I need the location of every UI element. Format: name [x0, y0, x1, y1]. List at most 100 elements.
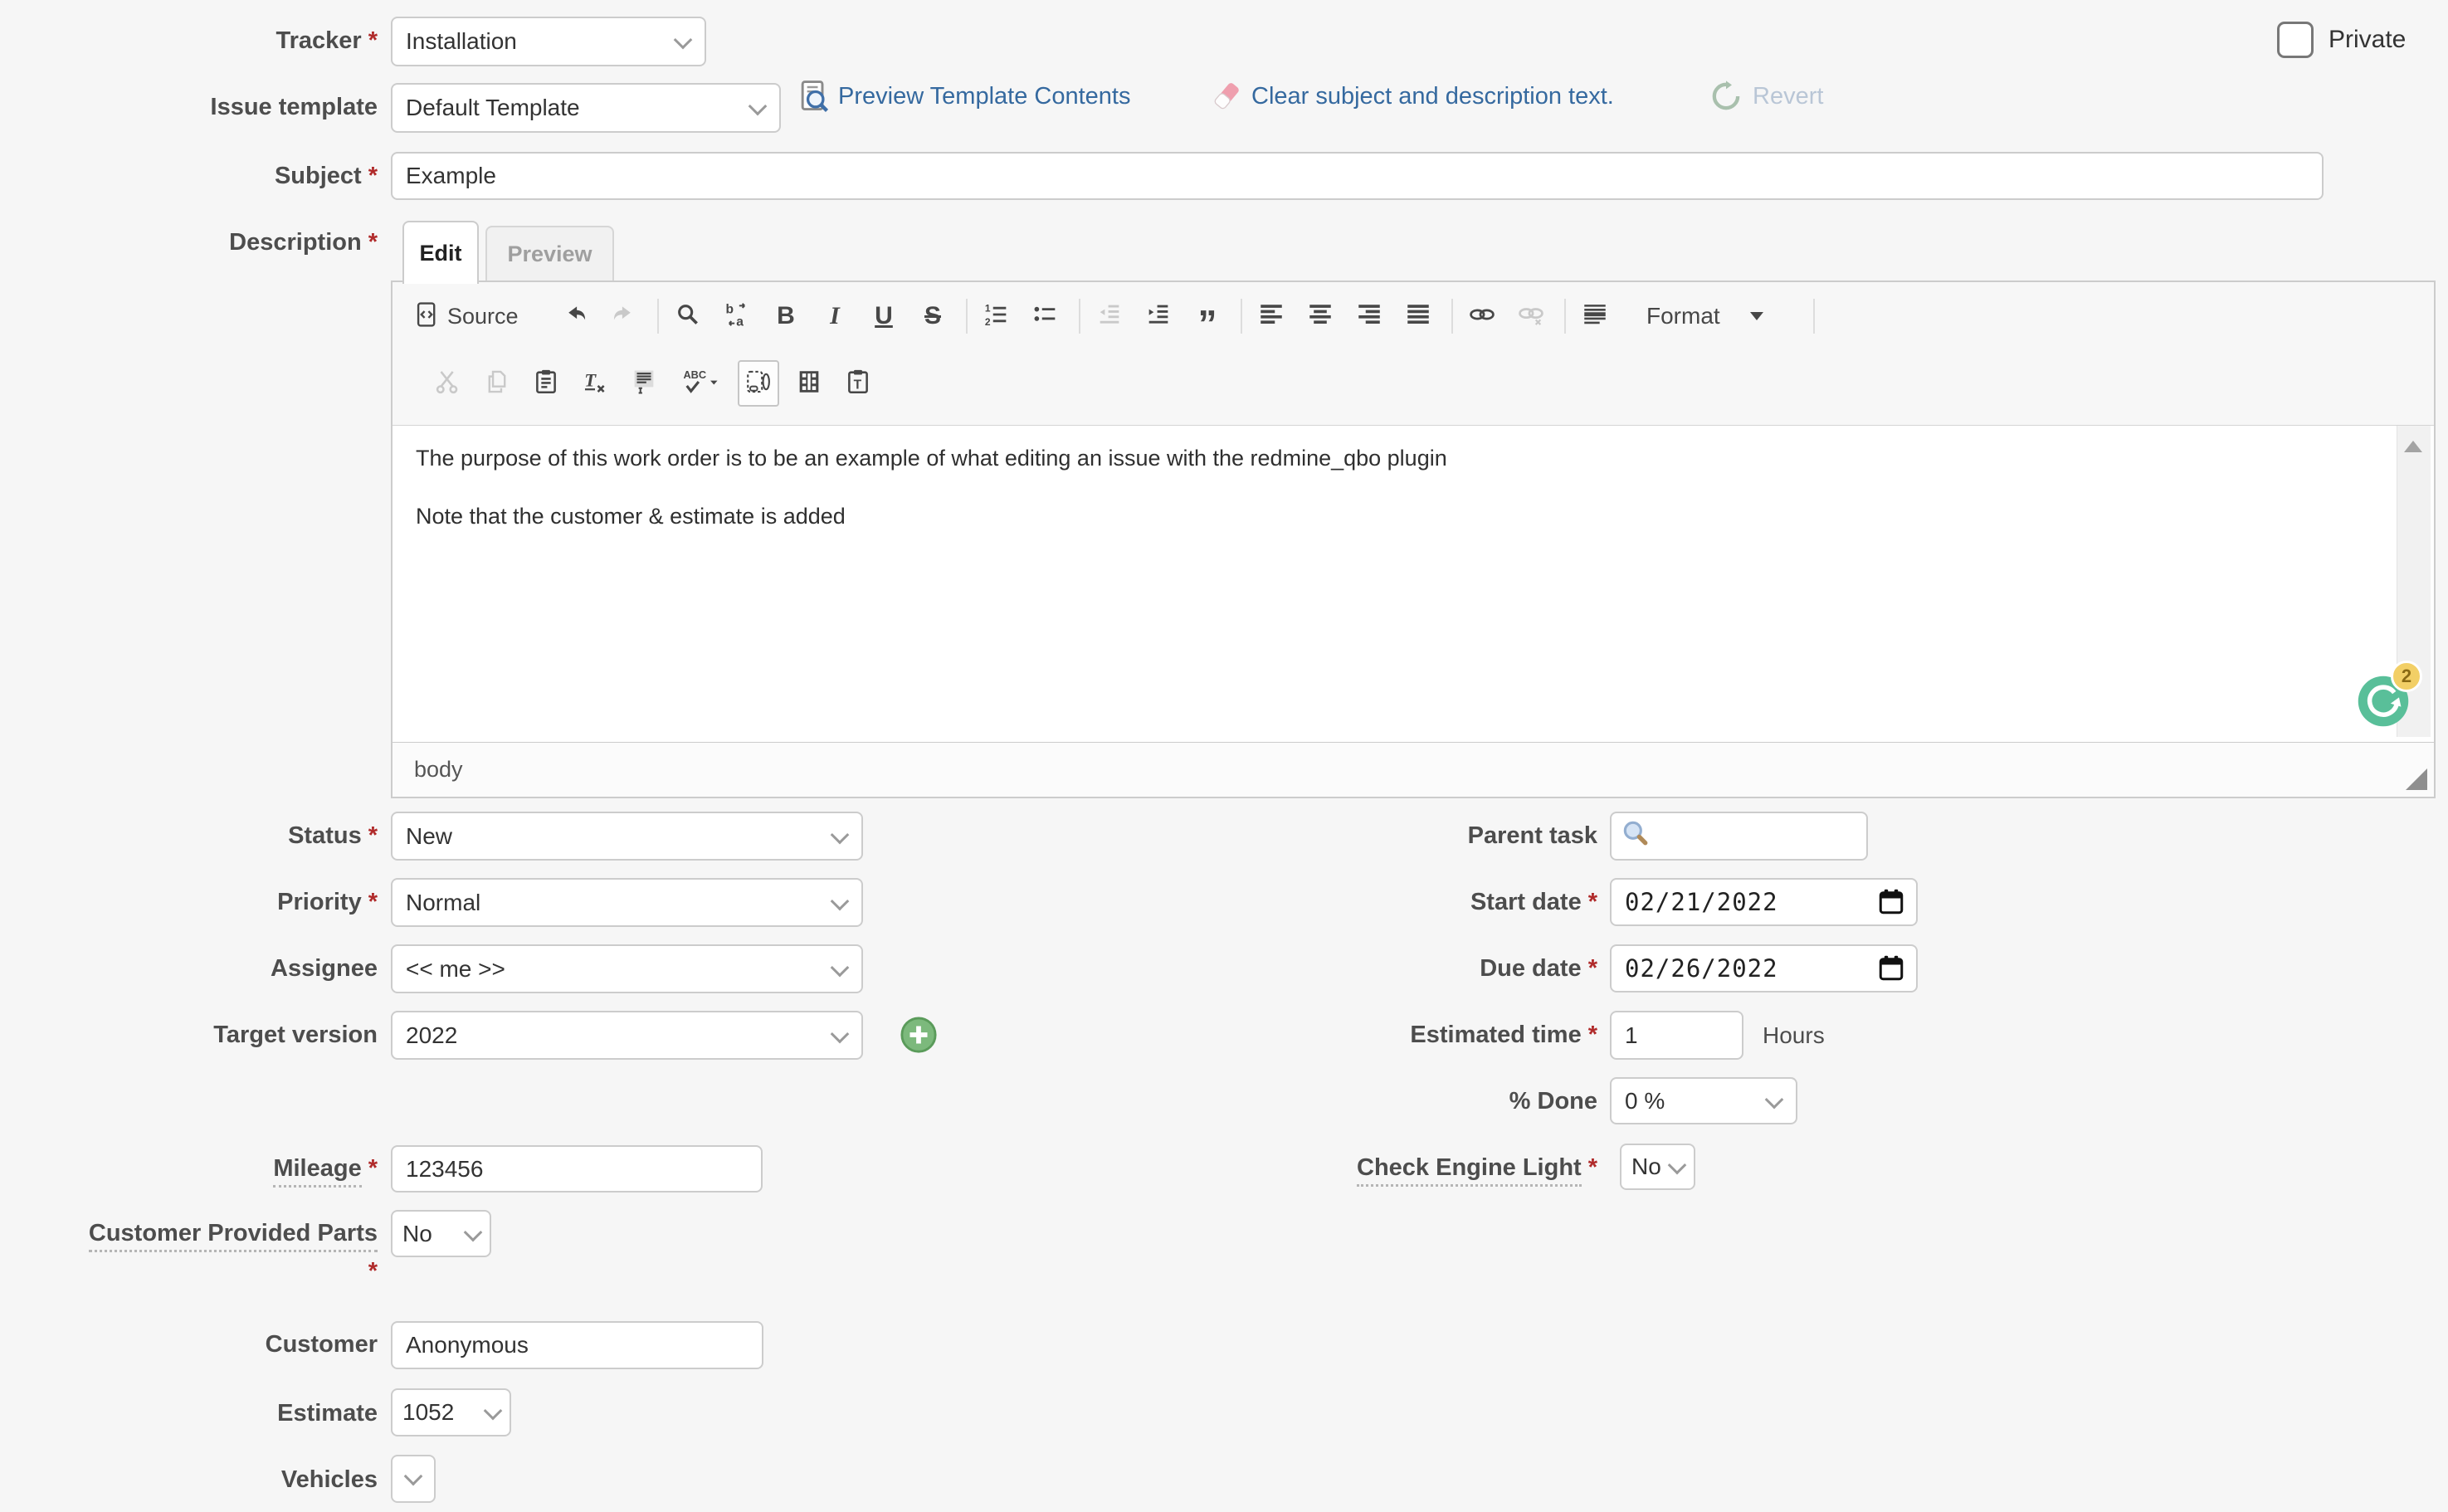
- table-button[interactable]: [790, 362, 828, 405]
- priority-label: Priority*: [0, 889, 378, 916]
- customer-provided-parts-select[interactable]: No: [391, 1210, 491, 1257]
- calendar-icon[interactable]: [1876, 887, 1906, 923]
- hours-label: Hours: [1763, 1022, 1825, 1049]
- description-textarea[interactable]: The purpose of this work order is to be …: [393, 426, 2434, 737]
- toolbar-separator: [966, 299, 968, 334]
- unlink-icon: [1517, 300, 1545, 333]
- text-select-button[interactable]: [625, 362, 663, 405]
- paste-button[interactable]: [527, 362, 565, 405]
- bullet-list-icon: [1031, 300, 1060, 333]
- select-area-button[interactable]: [738, 360, 779, 407]
- check-engine-light-select[interactable]: No: [1620, 1144, 1695, 1190]
- cut-icon: [434, 368, 462, 400]
- blockquote-button[interactable]: ”: [1188, 295, 1226, 338]
- start-date-input[interactable]: 02/21/2022: [1610, 878, 1918, 926]
- subject-input[interactable]: Example: [391, 152, 2324, 200]
- toolbar-separator: [657, 299, 659, 334]
- issue-template-select[interactable]: Default Template: [391, 83, 781, 133]
- select-area-icon: [744, 368, 773, 400]
- estimate-select[interactable]: 1052: [391, 1388, 511, 1436]
- chevron-down-icon: [831, 891, 850, 910]
- spell-check-button[interactable]: ABC: [674, 362, 727, 405]
- mileage-label: Mileage*: [0, 1155, 378, 1183]
- bold-button[interactable]: B: [767, 295, 805, 338]
- resize-handle[interactable]: [2406, 768, 2427, 790]
- editor-toolbar: Source ba B I U S 12 ”: [393, 282, 2434, 426]
- private-label: Private: [2329, 26, 2406, 54]
- link-button[interactable]: [1463, 295, 1501, 338]
- chevron-down-icon: [674, 31, 693, 50]
- align-left-button[interactable]: [1252, 295, 1290, 338]
- mileage-input[interactable]: 123456: [391, 1145, 763, 1193]
- percent-done-value: 0 %: [1625, 1088, 1665, 1114]
- paste-icon: [532, 368, 560, 400]
- add-version-button[interactable]: [900, 1016, 938, 1058]
- svg-text:ABC: ABC: [683, 368, 706, 380]
- required-asterisk: *: [368, 27, 378, 54]
- replace-button[interactable]: ba: [718, 295, 756, 338]
- scroll-up-icon: [2404, 441, 2422, 452]
- issue-template-label: Issue template: [0, 94, 378, 121]
- vehicles-select[interactable]: [391, 1455, 436, 1503]
- numbered-list-button[interactable]: 12: [978, 295, 1016, 338]
- percent-done-select[interactable]: 0 %: [1610, 1077, 1797, 1124]
- spell-check-icon: ABC: [681, 368, 719, 400]
- tab-edit[interactable]: Edit: [402, 221, 479, 284]
- preview-template-link[interactable]: Preview Template Contents: [838, 83, 1130, 110]
- grammarly-badge: 2: [2391, 661, 2422, 692]
- due-date-input[interactable]: 02/26/2022: [1610, 944, 1918, 993]
- tracker-select[interactable]: Installation: [391, 17, 706, 66]
- tab-preview[interactable]: Preview: [485, 226, 614, 280]
- target-version-value: 2022: [406, 1022, 457, 1049]
- estimated-time-input[interactable]: 1: [1610, 1011, 1743, 1060]
- assignee-select[interactable]: << me >>: [391, 944, 863, 993]
- unlink-button[interactable]: [1512, 295, 1550, 338]
- toolbar-separator: [1079, 299, 1080, 334]
- div-container-button[interactable]: [1576, 295, 1614, 338]
- underline-button[interactable]: U: [865, 295, 903, 338]
- tracker-label: Tracker*: [0, 27, 378, 55]
- mileage-label-text: Mileage: [273, 1155, 361, 1188]
- vehicles-label-text: Vehicles: [281, 1466, 378, 1493]
- clear-subject-link[interactable]: Clear subject and description text.: [1251, 83, 1614, 110]
- format-dropdown[interactable]: Format: [1625, 295, 1799, 338]
- source-icon: [412, 300, 441, 333]
- revert-link[interactable]: Revert: [1753, 83, 1823, 110]
- check-engine-light-label: Check Engine Light*: [1079, 1154, 1597, 1182]
- justify-button[interactable]: [1399, 295, 1437, 338]
- private-checkbox[interactable]: [2277, 22, 2314, 58]
- format-dropdown-label: Format: [1646, 303, 1720, 329]
- remove-format-button[interactable]: T: [576, 362, 614, 405]
- italic-button[interactable]: I: [816, 295, 854, 338]
- justify-icon: [1404, 300, 1432, 333]
- start-date-label-text: Start date: [1470, 889, 1582, 915]
- required-asterisk: *: [368, 1258, 378, 1285]
- paste-plain-text-button[interactable]: T: [839, 362, 877, 405]
- outdent-button[interactable]: [1090, 295, 1129, 338]
- indent-button[interactable]: [1139, 295, 1178, 338]
- target-version-label: Target version: [0, 1022, 378, 1049]
- bullet-list-button[interactable]: [1027, 295, 1065, 338]
- find-button[interactable]: [669, 295, 707, 338]
- calendar-icon[interactable]: [1876, 954, 1906, 989]
- parent-task-input[interactable]: [1610, 812, 1868, 861]
- parent-task-label: Parent task: [1079, 822, 1597, 850]
- estimate-label: Estimate: [0, 1400, 378, 1427]
- copy-button[interactable]: [478, 362, 516, 405]
- priority-select[interactable]: Normal: [391, 878, 863, 927]
- target-version-select[interactable]: 2022: [391, 1011, 863, 1060]
- strikethrough-button[interactable]: S: [914, 295, 952, 338]
- redo-button[interactable]: [605, 295, 643, 338]
- align-right-button[interactable]: [1350, 295, 1388, 338]
- start-date-label: Start date*: [1079, 889, 1597, 916]
- svg-text:1: 1: [985, 302, 991, 314]
- estimate-value: 1052: [402, 1399, 454, 1426]
- status-select[interactable]: New: [391, 812, 863, 861]
- numbered-list-icon: 12: [983, 300, 1011, 333]
- customer-input[interactable]: Anonymous: [391, 1321, 763, 1369]
- undo-button[interactable]: [556, 295, 594, 338]
- cut-button[interactable]: [429, 362, 467, 405]
- source-button[interactable]: Source: [412, 295, 545, 338]
- align-center-button[interactable]: [1301, 295, 1339, 338]
- estimated-time-label-text: Estimated time: [1410, 1022, 1581, 1048]
